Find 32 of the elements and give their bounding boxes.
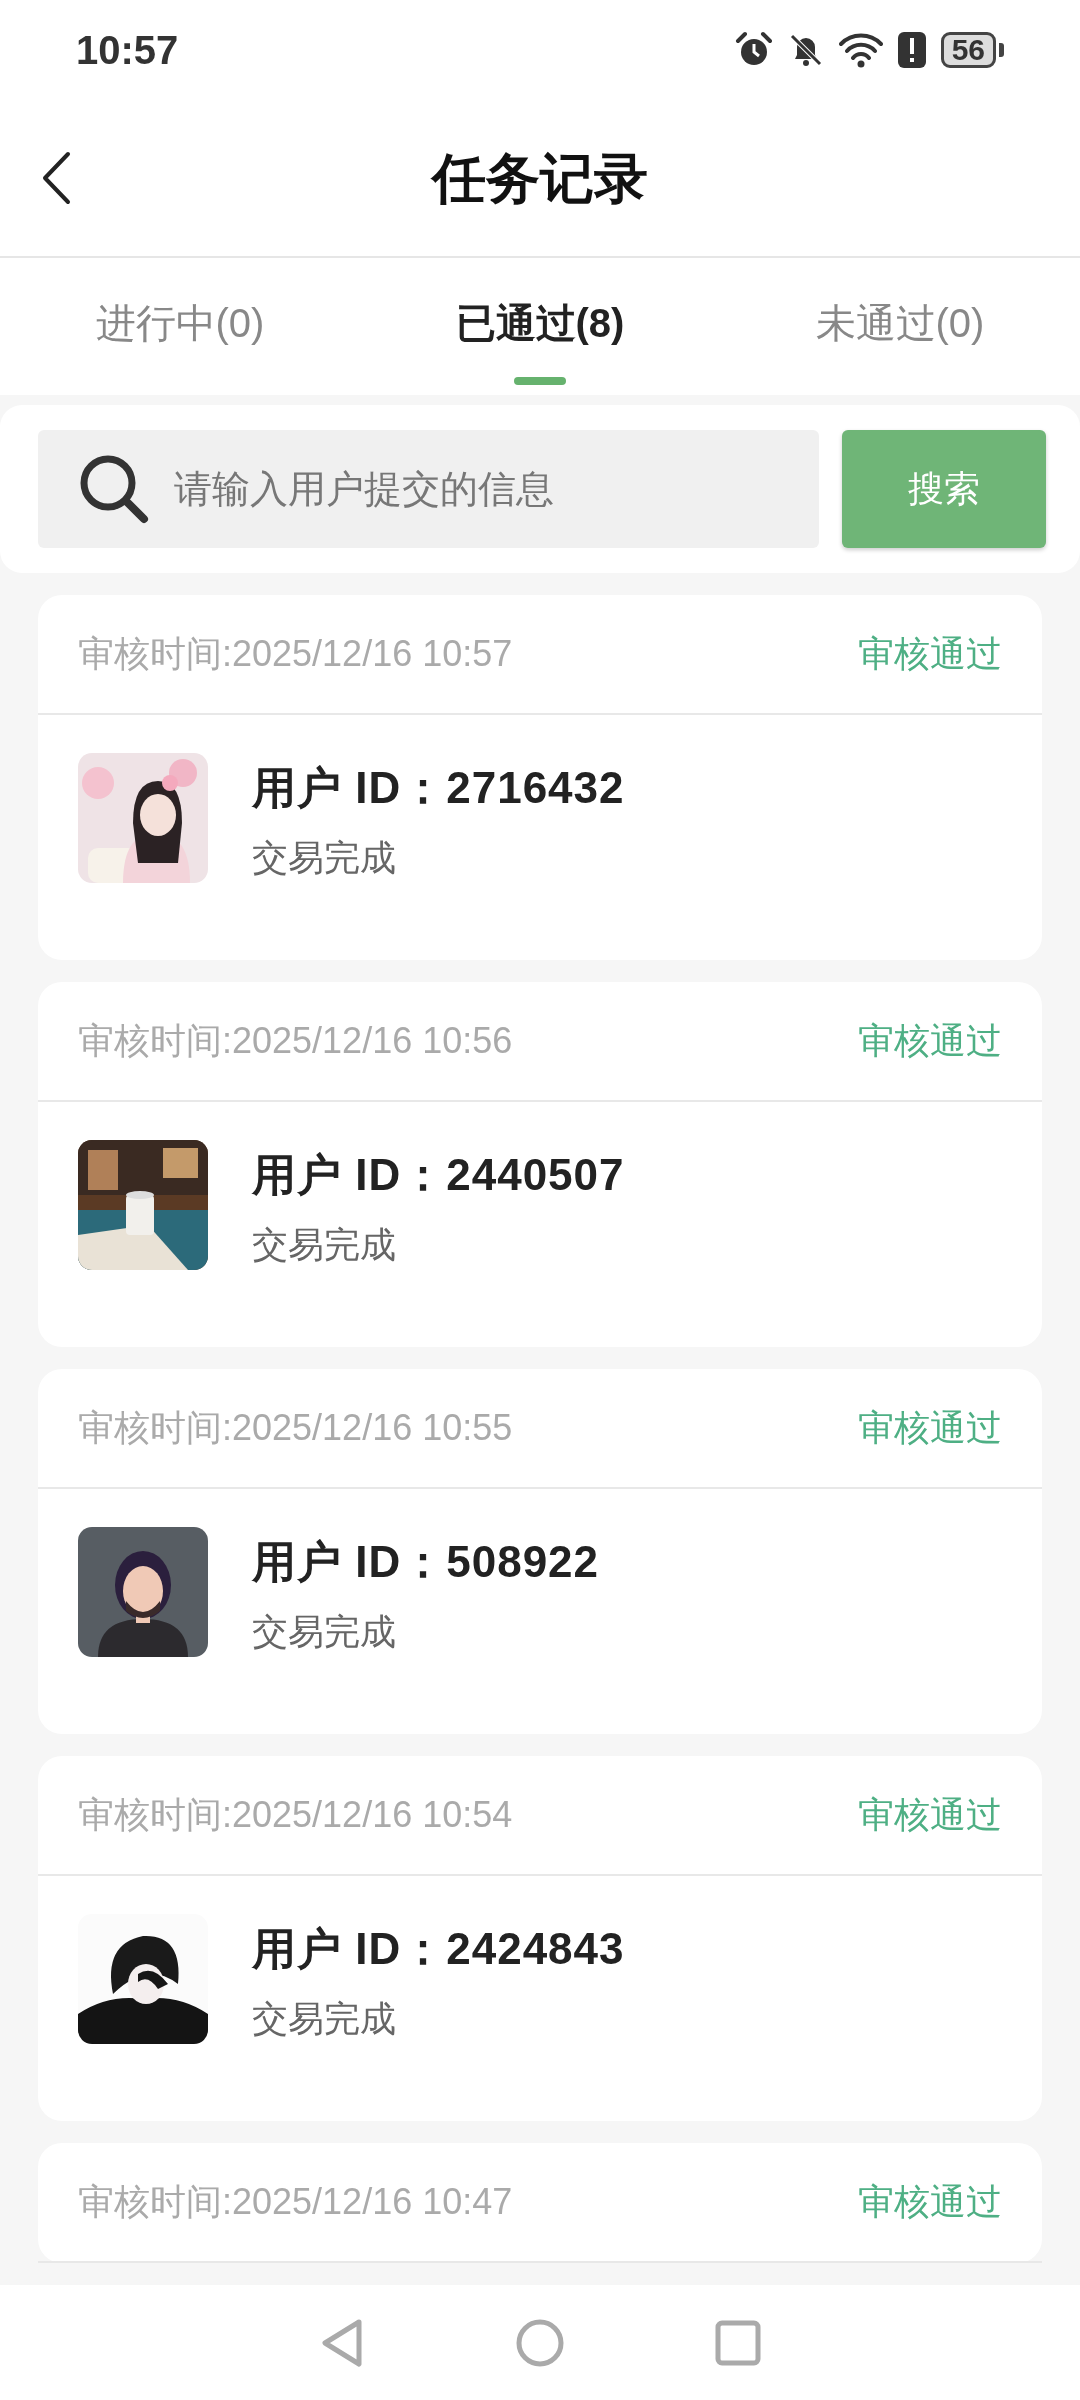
review-time: 审核时间:2025/12/16 10:54 — [78, 1793, 513, 1837]
status-time: 10:57 — [76, 27, 179, 74]
back-nav-icon[interactable] — [319, 2317, 365, 2368]
back-icon — [40, 150, 72, 206]
review-status: 审核通过 — [858, 2180, 1002, 2224]
search-field[interactable]: 请输入用户提交的信息 — [38, 430, 819, 548]
home-nav-icon[interactable] — [515, 2317, 565, 2368]
review-status: 审核通过 — [858, 1793, 1002, 1837]
user-id: 用户 ID：2424843 — [252, 1923, 625, 1975]
alert-icon — [896, 31, 927, 69]
recents-nav-icon[interactable] — [715, 2319, 761, 2366]
wifi-icon — [838, 32, 883, 68]
user-id: 用户 ID：2440507 — [252, 1149, 625, 1201]
transaction-result: 交易完成 — [252, 1223, 397, 1267]
review-status: 审核通过 — [858, 1406, 1002, 1450]
transaction-result: 交易完成 — [252, 1610, 397, 1654]
tab[interactable]: 进行中(0) — [0, 258, 360, 395]
tab[interactable]: 已通过(8) — [360, 258, 720, 395]
user-id: 用户 ID：508922 — [252, 1536, 600, 1588]
review-time: 审核时间:2025/12/16 10:57 — [78, 632, 513, 676]
review-time: 审核时间:2025/12/16 10:55 — [78, 1406, 513, 1450]
page-title: 任务记录 — [432, 146, 648, 210]
search-button[interactable]: 搜索 — [842, 430, 1046, 548]
review-time: 审核时间:2025/12/16 10:56 — [78, 1019, 513, 1063]
review-status: 审核通过 — [858, 1019, 1002, 1063]
review-time: 审核时间:2025/12/16 10:47 — [78, 2180, 513, 2224]
user-id: 用户 ID：2716432 — [252, 762, 625, 814]
battery-indicator: 56 — [940, 32, 1004, 68]
tab[interactable]: 未通过(0) — [720, 258, 1080, 395]
review-status: 审核通过 — [858, 632, 1002, 676]
transaction-result: 交易完成 — [252, 836, 397, 880]
transaction-result: 交易完成 — [252, 1997, 397, 2041]
